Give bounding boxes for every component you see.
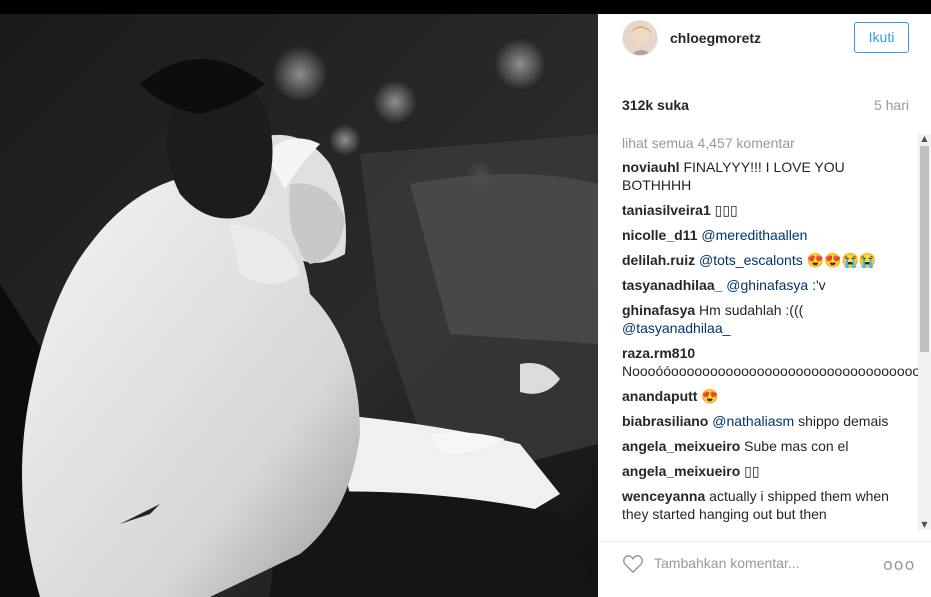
- comment-item: anandaputt 😍: [622, 387, 896, 405]
- comment-username-link[interactable]: noviauhl: [622, 159, 680, 175]
- comment-text: :'v: [812, 277, 826, 293]
- view-all-comments-link[interactable]: lihat semua 4,457 komentar: [622, 134, 920, 152]
- comment-text: 😍: [701, 388, 719, 404]
- comment-footer: ooo: [598, 541, 931, 597]
- comment-username-link[interactable]: nicolle_d11: [622, 227, 697, 243]
- comment-text: ▯▯▯: [714, 202, 738, 218]
- comment-item: nicolle_d11 @meredithaallen: [622, 226, 896, 244]
- comment-username-link[interactable]: wenceyanna: [622, 488, 705, 504]
- comment-item: wenceyanna actually i shipped them when …: [622, 487, 896, 523]
- likes-count[interactable]: 312k suka: [622, 97, 689, 113]
- comment-username-link[interactable]: delilah.ruiz: [622, 252, 695, 268]
- comment-mention-link[interactable]: @nathaliasm: [712, 413, 794, 429]
- add-comment-input[interactable]: [654, 552, 874, 574]
- more-options-icon[interactable]: ooo: [883, 555, 914, 574]
- comments-scrollbar[interactable]: ▲ ▼: [918, 134, 931, 530]
- username-link[interactable]: chloegmoretz: [670, 30, 761, 46]
- follow-button[interactable]: Ikuti: [854, 22, 909, 53]
- comment-text: Noooóóoooooooooooooooooooooooooooooooooo…: [622, 363, 920, 379]
- comment-item: tasyanadhilaa_ @ghinafasya :'v: [622, 276, 896, 294]
- comment-item: delilah.ruiz @tots_escalonts 😍😍😭😭: [622, 251, 896, 269]
- comment-username-link[interactable]: ghinafasya: [622, 302, 695, 318]
- comment-text: ▯▯: [744, 463, 760, 479]
- comments-list: lihat semua 4,457 komentar noviauhl FINA…: [622, 134, 920, 528]
- comment-mention-link[interactable]: @meredithaallen: [701, 227, 807, 243]
- comment-item: raza.rm810 Noooóóooooooooooooooooooooooo…: [622, 344, 920, 380]
- comment-username-link[interactable]: angela_meixueiro: [622, 438, 740, 454]
- heart-icon[interactable]: [622, 554, 644, 574]
- top-black-bar: [0, 0, 931, 14]
- comment-username-link[interactable]: taniasilveira1: [622, 202, 711, 218]
- post-time[interactable]: 5 hari: [874, 97, 909, 113]
- comment-text: 😍😍😭😭: [806, 252, 877, 268]
- comment-item: angela_meixueiro ▯▯: [622, 462, 896, 480]
- comment-username-link[interactable]: tasyanadhilaa_: [622, 277, 722, 293]
- comment-item: taniasilveira1 ▯▯▯: [622, 201, 896, 219]
- post-side-panel: chloegmoretz Ikuti 312k suka 5 hari liha…: [598, 14, 931, 597]
- comment-text: Sube mas con el: [744, 438, 849, 454]
- comment-username-link[interactable]: biabrasiliano: [622, 413, 708, 429]
- scroll-down-arrow-icon[interactable]: ▼: [918, 520, 931, 530]
- avatar-image: [623, 21, 657, 55]
- comment-item: angela_meixueiro Sube mas con el: [622, 437, 896, 455]
- comment-text: Hm sudahlah :(((: [699, 302, 804, 318]
- scrollbar-thumb[interactable]: [920, 146, 929, 352]
- post-photo-image: [0, 14, 598, 597]
- comment-item: ghinafasya Hm sudahlah :((( @tasyanadhil…: [622, 301, 896, 337]
- avatar[interactable]: [622, 20, 658, 56]
- comment-mention-link[interactable]: @tasyanadhilaa_: [622, 320, 730, 336]
- comment-item: biabrasiliano @nathaliasm shippo demais: [622, 412, 896, 430]
- post-photo[interactable]: [0, 14, 598, 597]
- comment-item: noviauhl FINALYYY!!! I LOVE YOU BOTHHHH: [622, 158, 896, 194]
- comment-text: shippo demais: [798, 413, 889, 429]
- post-stats: 312k suka 5 hari: [622, 97, 909, 117]
- comment-mention-link[interactable]: @tots_escalonts: [699, 252, 803, 268]
- comment-username-link[interactable]: raza.rm810: [622, 345, 695, 361]
- comment-username-link[interactable]: angela_meixueiro: [622, 463, 740, 479]
- comment-username-link[interactable]: anandaputt: [622, 388, 697, 404]
- scroll-up-arrow-icon[interactable]: ▲: [918, 134, 931, 144]
- comment-mention-link[interactable]: @ghinafasya: [726, 277, 808, 293]
- post-header: chloegmoretz Ikuti: [598, 14, 931, 71]
